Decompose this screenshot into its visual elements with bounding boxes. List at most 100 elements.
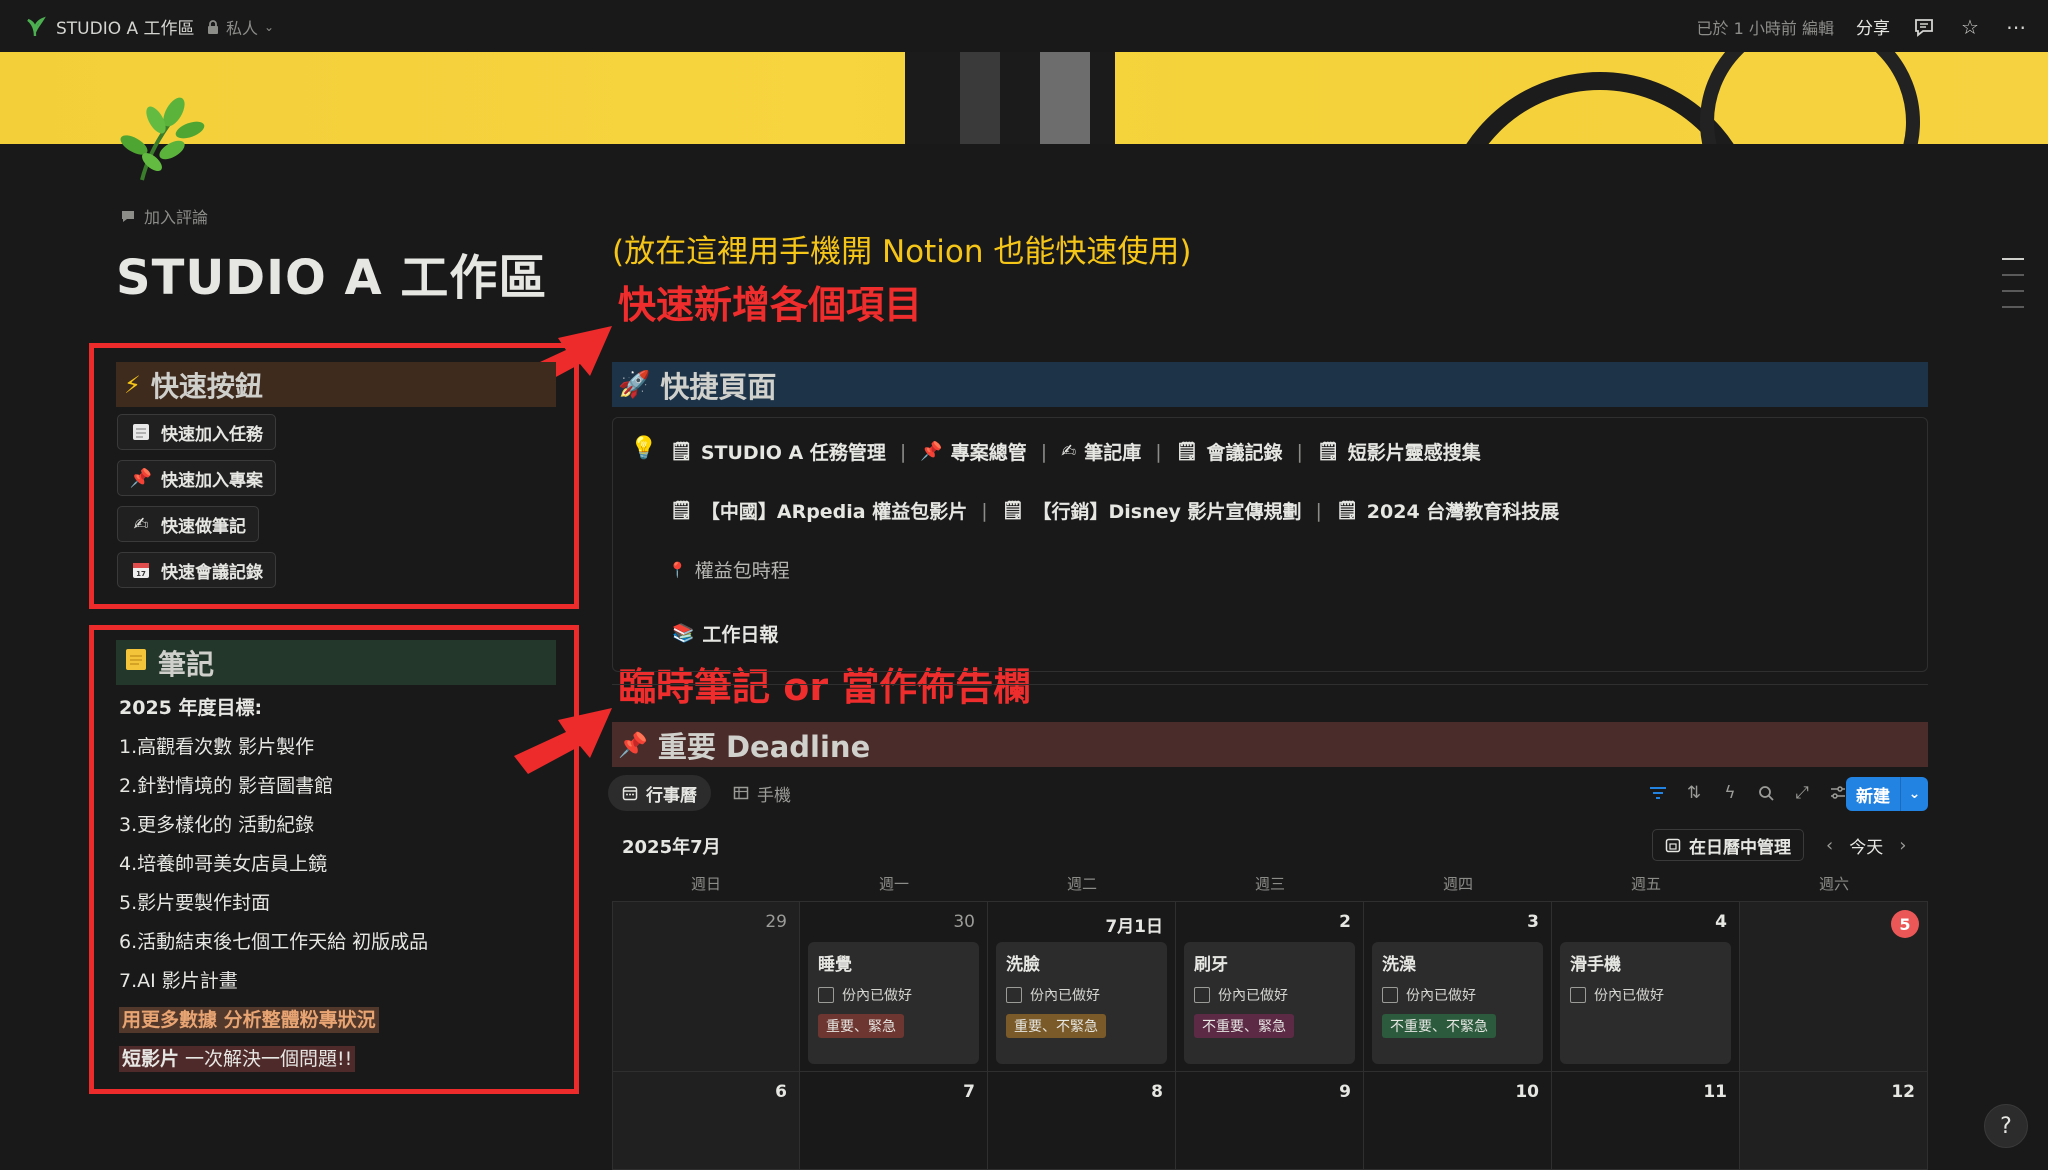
event-card[interactable]: 刷牙 份內已做好 不重要、緊急 bbox=[1184, 942, 1355, 1064]
event-card[interactable]: 睡覺 份內已做好 重要、緊急 bbox=[808, 942, 979, 1064]
link-notes-library[interactable]: ✍ 筆記庫 bbox=[1061, 438, 1141, 465]
svg-text:17: 17 bbox=[136, 570, 146, 578]
breadcrumb[interactable]: STUDIO A 工作區 bbox=[24, 14, 195, 39]
checkbox[interactable] bbox=[1570, 987, 1586, 1003]
books-icon: 📚 bbox=[672, 623, 695, 644]
calendar-cell[interactable]: 11 bbox=[1552, 1072, 1740, 1170]
calendar-icon: 17 bbox=[130, 559, 152, 581]
chevron-left-icon[interactable]: ‹ bbox=[1826, 835, 1833, 856]
checkbox[interactable] bbox=[1194, 987, 1210, 1003]
calendar-cell[interactable]: 8 bbox=[988, 1072, 1176, 1170]
weekday-label: 週日 bbox=[690, 875, 721, 893]
chevron-right-icon[interactable]: › bbox=[1899, 835, 1906, 856]
checkbox[interactable] bbox=[818, 987, 834, 1003]
calendar-cell[interactable]: 29 bbox=[612, 902, 800, 1072]
quick-add-project-button[interactable]: 📌 快速加入專案 bbox=[117, 460, 276, 496]
expand-icon[interactable]: ⤢ bbox=[1792, 783, 1812, 803]
top-bar: STUDIO A 工作區 私人 ⌄ 已於 1 小時前 編輯 分享 ☆ ⋯ bbox=[0, 0, 2048, 52]
calendar-cell[interactable]: 12 bbox=[1740, 1072, 1928, 1170]
pin-icon: 📌 bbox=[129, 467, 153, 489]
add-comment-button[interactable]: 加入評論 bbox=[120, 204, 208, 228]
plant-page-icon[interactable] bbox=[112, 90, 212, 190]
weekday-label: 週六 bbox=[1818, 875, 1849, 893]
today-button[interactable]: 今天 bbox=[1849, 833, 1883, 858]
manage-in-calendar-button[interactable]: 在日曆中管理 bbox=[1652, 829, 1804, 861]
priority-tag: 重要、緊急 bbox=[818, 1014, 904, 1038]
more-icon[interactable]: ⋯ bbox=[2004, 15, 2028, 39]
note-line: 3.更多樣化的 活動紀錄 bbox=[119, 814, 315, 836]
comment-icon[interactable] bbox=[1912, 15, 1936, 39]
writing-hand-icon: ✍ bbox=[133, 513, 149, 535]
calendar-cell[interactable]: 4 滑手機 份內已做好 bbox=[1552, 902, 1740, 1072]
link-benefits-schedule[interactable]: 📍 權益包時程 bbox=[668, 556, 790, 583]
sort-icon[interactable]: ⇅ bbox=[1684, 783, 1704, 803]
quick-buttons-header: ⚡ 快速按鈕 bbox=[116, 362, 556, 407]
event-card[interactable]: 洗澡 份內已做好 不重要、不緊急 bbox=[1372, 942, 1543, 1064]
link-arpedia-video[interactable]: 🗒 【中國】ARpedia 權益包影片 bbox=[670, 497, 967, 524]
quick-add-project-label: 快速加入專案 bbox=[161, 470, 263, 491]
page-link-icon: 🗒 bbox=[1335, 500, 1359, 521]
quick-note-button[interactable]: ✍ 快速做筆記 bbox=[117, 506, 259, 542]
chevron-down-icon: ⌄ bbox=[264, 20, 275, 34]
calendar-nav: ‹ 今天 › bbox=[1826, 833, 1906, 858]
link-short-video-ideas[interactable]: 🗒 短影片靈感搜集 bbox=[1317, 438, 1481, 465]
shortcuts-row-2: 🗒 【中國】ARpedia 權益包影片 | 🗒 【行銷】Disney 影片宣傳規劃 … bbox=[670, 497, 1559, 524]
event-card[interactable]: 滑手機 份內已做好 bbox=[1560, 942, 1731, 1064]
calendar-month-label: 2025年7月 bbox=[622, 837, 721, 858]
link-task-management[interactable]: 🗒 STUDIO A 任務管理 bbox=[670, 438, 886, 465]
calendar-icon bbox=[1665, 838, 1681, 853]
rocket-icon: 🚀 bbox=[618, 369, 651, 400]
privacy-dropdown[interactable]: 私人 ⌄ bbox=[206, 15, 274, 39]
help-icon[interactable]: ? bbox=[1984, 1104, 2028, 1148]
quick-meeting-notes-label: 快速會議記錄 bbox=[161, 562, 263, 583]
calendar-cell[interactable]: 10 bbox=[1364, 1072, 1552, 1170]
page-title[interactable]: STUDIO A 工作區 bbox=[116, 238, 547, 308]
shortcuts-header: 🚀 快捷頁面 bbox=[612, 362, 1928, 407]
quick-meeting-notes-button[interactable]: 17 快速會議記錄 bbox=[117, 552, 276, 588]
event-card[interactable]: 洗臉 份內已做好 重要、不緊急 bbox=[996, 942, 1167, 1064]
link-daily-report[interactable]: 📚 工作日報 bbox=[672, 620, 778, 647]
calendar-cell[interactable]: 3 洗澡 份內已做好 不重要、不緊急 bbox=[1364, 902, 1552, 1072]
weekday-label: 週三 bbox=[1254, 875, 1285, 893]
pin-icon: 📌 bbox=[618, 730, 648, 759]
lightning-icon: ⚡ bbox=[124, 370, 141, 399]
link-edtech-expo[interactable]: 🗒 2024 台灣教育科技展 bbox=[1336, 497, 1559, 524]
search-icon[interactable] bbox=[1756, 783, 1776, 803]
quick-note-label: 快速做筆記 bbox=[161, 516, 246, 537]
quick-add-task-button[interactable]: 快速加入任務 bbox=[117, 414, 276, 450]
weekday-label: 週一 bbox=[878, 875, 909, 893]
tab-calendar[interactable]: 行事曆 bbox=[608, 775, 711, 811]
page-link-icon: 🗒 bbox=[670, 441, 693, 462]
checkbox[interactable] bbox=[1382, 987, 1398, 1003]
priority-tag: 不重要、緊急 bbox=[1194, 1014, 1294, 1038]
filter-icon[interactable] bbox=[1648, 783, 1668, 803]
note-highlight-red: 短影片 一次解決一個問題!! bbox=[119, 1044, 356, 1072]
note-icon bbox=[130, 421, 152, 443]
calendar-cell[interactable]: 2 刷牙 份內已做好 不重要、緊急 bbox=[1176, 902, 1364, 1072]
checkbox[interactable] bbox=[1006, 987, 1022, 1003]
calendar-cell[interactable]: 9 bbox=[1176, 1072, 1364, 1170]
page-link-icon: 🗒 bbox=[1316, 441, 1340, 462]
note-line: 4.培養帥哥美女店員上鏡 bbox=[119, 853, 328, 875]
edited-status: 已於 1 小時前 編輯 bbox=[1696, 18, 1834, 38]
calendar-cell[interactable]: 7 bbox=[800, 1072, 988, 1170]
calendar-cell-today[interactable]: 5 bbox=[1740, 902, 1928, 1072]
priority-tag: 重要、不緊急 bbox=[1006, 1014, 1106, 1038]
writing-hand-icon: ✍ bbox=[1061, 441, 1077, 462]
share-button[interactable]: 分享 bbox=[1856, 14, 1890, 39]
calendar-cell[interactable]: 30 睡覺 份內已做好 重要、緊急 bbox=[800, 902, 988, 1072]
tab-mobile[interactable]: 手機 bbox=[719, 775, 805, 811]
new-button[interactable]: 新建 ⌄ bbox=[1846, 777, 1928, 811]
note-line: 7.AI 影片計畫 bbox=[119, 970, 238, 992]
link-meeting-notes[interactable]: 🗒 會議記錄 bbox=[1176, 438, 1283, 465]
star-icon[interactable]: ☆ bbox=[1958, 15, 1982, 39]
link-project-hub[interactable]: 📌 專案總管 bbox=[920, 438, 1026, 465]
calendar-cell[interactable]: 6 bbox=[612, 1072, 800, 1170]
settings-sliders-icon[interactable] bbox=[1828, 783, 1848, 803]
link-disney-plan[interactable]: 🗒 【行銷】Disney 影片宣傳規劃 bbox=[1002, 497, 1302, 524]
table-of-contents-outline[interactable] bbox=[2002, 258, 2024, 308]
calendar-cell[interactable]: 7月1日 洗臉 份內已做好 重要、不緊急 bbox=[988, 902, 1176, 1072]
automation-icon[interactable]: ϟ bbox=[1720, 783, 1740, 803]
chevron-down-icon[interactable]: ⌄ bbox=[1900, 777, 1928, 811]
note-line: 1.高觀看次數 影片製作 bbox=[119, 736, 315, 758]
